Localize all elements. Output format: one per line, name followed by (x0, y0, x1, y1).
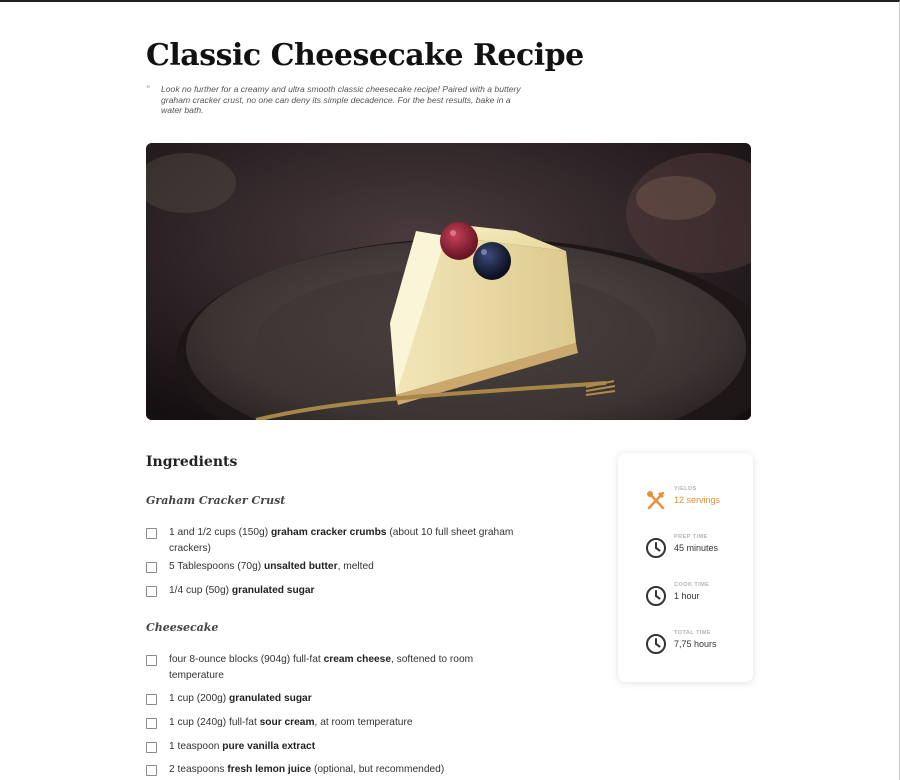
utensils-icon (647, 491, 665, 510)
cook-time-value: 1 hour (674, 591, 700, 601)
ingredient-checkbox[interactable] (146, 562, 157, 573)
hero-image (146, 143, 751, 420)
ingredient-checkbox[interactable] (146, 694, 157, 705)
ingredient-item: 1/4 cup (50g) granulated sugar (146, 585, 526, 599)
yields-label: YIELDS (674, 486, 697, 492)
ingredients-heading: Ingredients (146, 454, 238, 470)
ingredient-item: 1 cup (200g) granulated sugar (146, 693, 526, 707)
group-title-cheesecake: Cheesecake (146, 621, 219, 634)
ingredient-text: 2 teaspoons fresh lemon juice (optional,… (169, 764, 445, 775)
total-time-label: TOTAL TIME (674, 630, 711, 636)
clock-icon (646, 634, 666, 654)
ingredient-text: four 8-ounce blocks (904g) full-fat crea… (169, 654, 474, 681)
cook-time-info: COOK TIME 1 hour (645, 582, 745, 612)
yields-value: 12 servings (674, 495, 721, 505)
ingredient-item: 1 teaspoon pure vanilla extract (146, 741, 526, 755)
ingredient-item: four 8-ounce blocks (904g) full-fat crea… (146, 654, 526, 684)
group-title-crust: Graham Cracker Crust (146, 494, 286, 507)
ingredient-text: 1 and 1/2 cups (150g) graham cracker cru… (169, 527, 514, 554)
ingredient-item: 2 teaspoons fresh lemon juice (optional,… (146, 764, 526, 778)
prep-time-label: PREP TIME (674, 534, 708, 540)
ingredient-checkbox[interactable] (146, 718, 157, 729)
total-time-value: 7,75 hours (674, 639, 717, 649)
clock-icon (646, 586, 666, 606)
ingredient-item: 1 and 1/2 cups (150g) graham cracker cru… (146, 527, 526, 557)
ingredient-item: 1 cup (240g) full-fat sour cream, at roo… (146, 717, 526, 731)
ingredient-item: 5 Tablespoons (70g) unsalted butter, mel… (146, 561, 526, 575)
yields-info: YIELDS 12 servings (645, 486, 745, 516)
recipe-info-card: YIELDS 12 servings PREP TIME 45 minutes … (618, 453, 753, 682)
cook-time-label: COOK TIME (674, 582, 710, 588)
ingredient-text: 1 teaspoon pure vanilla extract (169, 741, 316, 752)
intro-text: Look no further for a creamy and ultra s… (161, 84, 521, 115)
ingredient-checkbox[interactable] (146, 742, 157, 753)
ingredient-checkbox[interactable] (146, 528, 157, 539)
ingredient-text: 1 cup (200g) granulated sugar (169, 693, 312, 704)
page-title: Classic Cheesecake Recipe (146, 38, 584, 73)
prep-time-info: PREP TIME 45 minutes (645, 534, 745, 564)
ingredient-text: 1 cup (240g) full-fat sour cream, at roo… (169, 717, 413, 728)
quote-icon: ❝ (146, 84, 151, 93)
ingredient-checkbox[interactable] (146, 655, 157, 666)
prep-time-value: 45 minutes (674, 543, 719, 553)
ingredient-text: 5 Tablespoons (70g) unsalted butter, mel… (169, 561, 374, 572)
clock-icon (646, 538, 666, 558)
recipe-intro: ❝ Look no further for a creamy and ultra… (146, 84, 526, 116)
ingredient-checkbox[interactable] (146, 765, 157, 776)
total-time-info: TOTAL TIME 7,75 hours (645, 630, 745, 660)
ingredient-text: 1/4 cup (50g) granulated sugar (169, 585, 315, 596)
ingredient-checkbox[interactable] (146, 586, 157, 597)
